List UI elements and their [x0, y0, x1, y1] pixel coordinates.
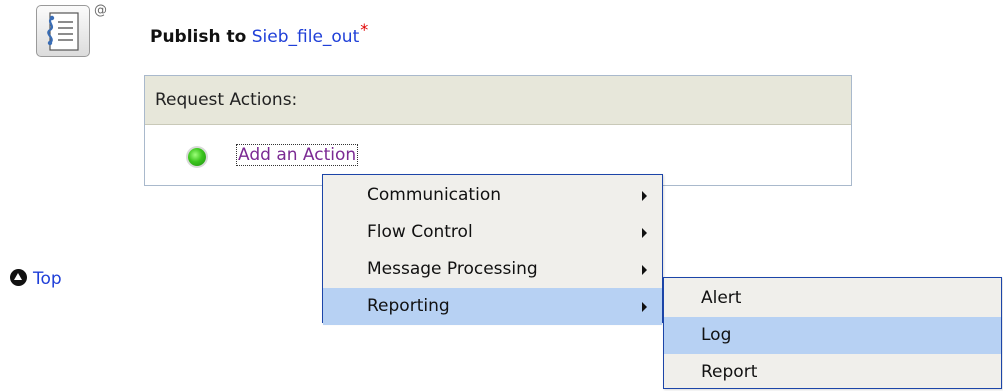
- menu-item-label: Reporting: [367, 296, 450, 316]
- menu-item-label: Communication: [367, 185, 501, 205]
- publish-document-graphic: [47, 12, 79, 51]
- menu-item-reporting[interactable]: Reporting: [323, 288, 662, 325]
- menu-item-label: Flow Control: [367, 222, 473, 242]
- menu-item-label: Message Processing: [367, 259, 538, 279]
- add-action-link[interactable]: Add an Action: [235, 144, 359, 166]
- target-name-link[interactable]: Sieb_file_out: [252, 27, 360, 47]
- submenu-item-label: Log: [701, 325, 732, 345]
- publish-document-icon: [36, 5, 90, 57]
- submenu-item-label: Alert: [701, 288, 742, 308]
- submenu-arrow-icon: [642, 228, 647, 238]
- submenu-item-label: Report: [701, 362, 758, 382]
- page-title: Publish to Sieb_file_out*: [150, 20, 368, 47]
- submenu-arrow-icon: [642, 302, 647, 312]
- required-marker: *: [360, 20, 369, 39]
- menu-item-message-processing[interactable]: Message Processing: [323, 251, 662, 288]
- request-actions-panel: Request Actions: Add an Action: [144, 75, 852, 186]
- at-symbol: @: [94, 3, 107, 18]
- top-link-label[interactable]: Top: [33, 269, 62, 289]
- submenu-item-report[interactable]: Report: [664, 354, 1001, 391]
- top-link[interactable]: Top: [10, 269, 62, 289]
- action-context-menu: Communication Flow Control Message Proce…: [322, 174, 663, 325]
- title-prefix: Publish to: [150, 27, 247, 47]
- menu-item-flow-control[interactable]: Flow Control: [323, 214, 662, 251]
- request-actions-header: Request Actions:: [145, 76, 851, 125]
- green-status-dot-icon: [188, 148, 206, 166]
- arrow-up-circle-icon: [10, 269, 27, 286]
- submenu-arrow-icon: [642, 265, 647, 275]
- reporting-submenu: Alert Log Report: [663, 277, 1002, 389]
- submenu-arrow-icon: [642, 191, 647, 201]
- submenu-item-log[interactable]: Log: [664, 317, 1001, 354]
- submenu-item-alert[interactable]: Alert: [664, 280, 1001, 317]
- menu-item-communication[interactable]: Communication: [323, 177, 662, 214]
